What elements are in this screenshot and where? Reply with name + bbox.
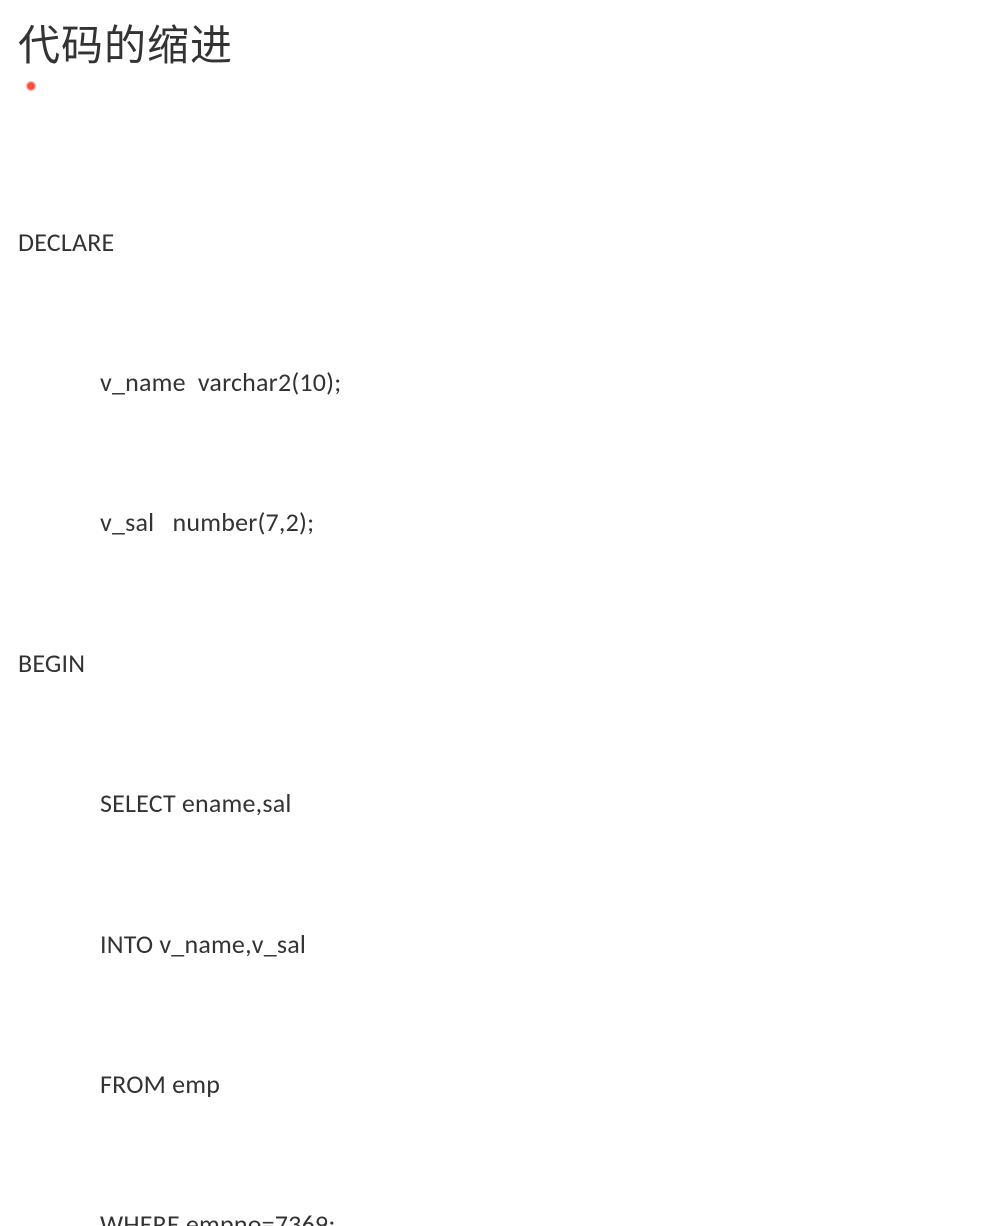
code-line: SELECT ename,sal bbox=[18, 780, 980, 827]
bullet-row bbox=[18, 79, 980, 107]
code-line: INTO v_name,v_sal bbox=[18, 921, 980, 968]
slide-title: 代码的缩进 bbox=[18, 12, 980, 73]
code-line: v_sal number(7,2); bbox=[18, 499, 980, 546]
code-line: BEGIN bbox=[18, 640, 980, 687]
code-line: FROM emp bbox=[18, 1061, 980, 1108]
code-block: DECLARE v_name varchar2(10); v_sal numbe… bbox=[18, 125, 980, 1226]
code-line: DECLARE bbox=[18, 219, 980, 266]
code-line: WHERE empno=7369; bbox=[18, 1201, 980, 1226]
code-line: v_name varchar2(10); bbox=[18, 359, 980, 406]
bullet-icon bbox=[26, 81, 36, 91]
